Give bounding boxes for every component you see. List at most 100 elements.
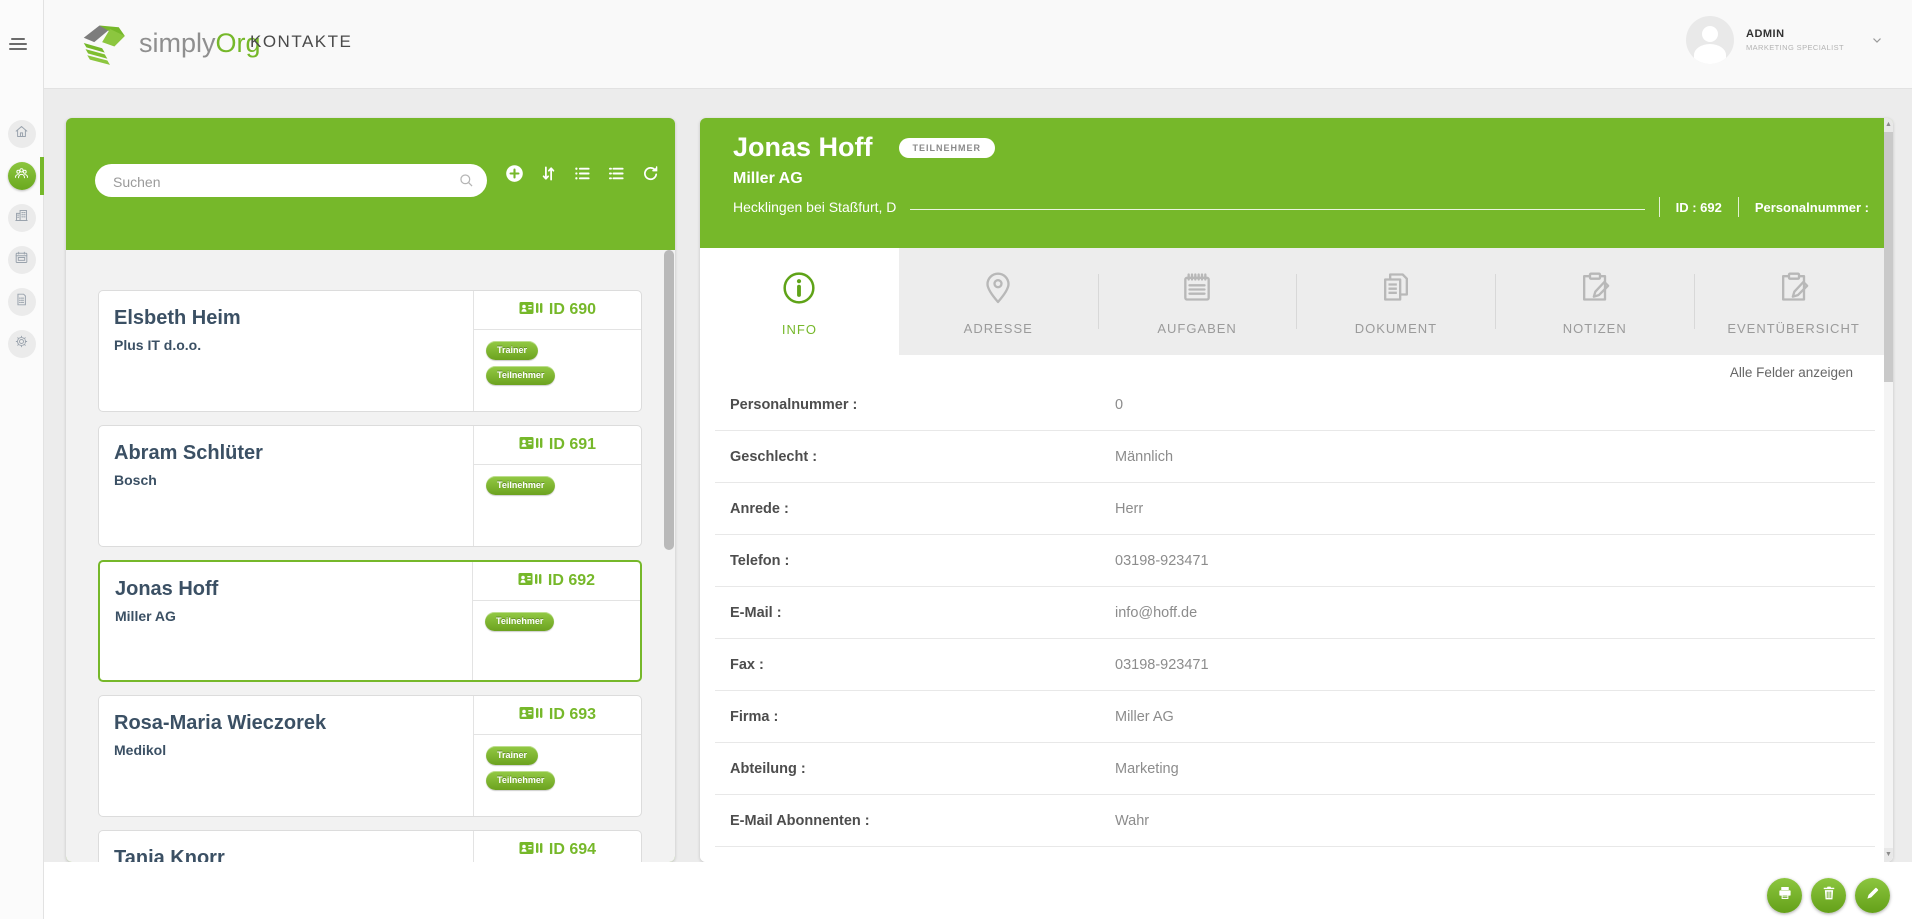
chevron-down-icon <box>1873 38 1881 43</box>
pin-icon <box>978 267 1018 312</box>
action-buttons <box>1767 878 1890 913</box>
contact-list: Elsbeth Heim Plus IT d.o.o. ID 690 Trainer T… <box>66 250 675 862</box>
field-value: info@hoff.de <box>1115 604 1198 621</box>
contact-list-scrollbar[interactable] <box>664 250 674 550</box>
role-badge: Teilnehmer <box>486 771 556 790</box>
info-field-row: Personalnummer : 0 <box>715 379 1875 431</box>
contact-card[interactable]: Elsbeth Heim Plus IT d.o.o. ID 690 Trainer T… <box>98 290 642 412</box>
tab-dokument[interactable]: DOKUMENT <box>1296 248 1495 355</box>
personnel-number-label: Personalnummer : <box>1754 199 1869 215</box>
detail-tabs: INFO ADRESSE AUFGABEN DOKUMENT NOTIZEN EVENTÜ… <box>700 248 1893 356</box>
sidebar-item-calendar[interactable] <box>7 246 36 274</box>
tab-info[interactable]: INFO <box>700 248 899 356</box>
id-card-icon <box>519 436 543 455</box>
sort-button[interactable] <box>538 163 559 184</box>
print-icon <box>1776 884 1794 907</box>
sidebar-item-documents[interactable] <box>7 288 36 316</box>
contact-card[interactable]: Jonas Hoff Miller AG ID 692 Teilnehmer <box>98 560 642 682</box>
field-label: E-Mail Abonnenten : <box>730 812 870 829</box>
contact-card[interactable]: Rosa-Maria Wieczorek Medikol ID 693 Trainer… <box>98 695 642 817</box>
field-label: Anrede : <box>730 500 789 517</box>
contact-card-company: Miller AG <box>115 608 176 624</box>
sidebar-item-settings[interactable] <box>7 330 36 358</box>
field-value: 03198-923471 <box>1115 656 1209 673</box>
field-value: Männlich <box>1115 448 1174 465</box>
id-card-icon <box>519 301 543 320</box>
search-input[interactable] <box>111 164 445 199</box>
clipboard-pencil-icon <box>1774 267 1814 312</box>
brand-name: simplyOrg <box>139 27 261 58</box>
list-toolbar <box>504 163 661 184</box>
contact-id: ID : 692 <box>1675 199 1722 215</box>
contact-card-name: Abram Schlüter <box>114 442 263 464</box>
field-label: Firma : <box>730 708 779 725</box>
trash-icon <box>1820 884 1838 907</box>
home-icon <box>13 123 30 145</box>
contact-card[interactable]: Abram Schlüter Bosch ID 691 Teilnehmer <box>98 425 642 547</box>
field-label: E-Mail : <box>730 604 782 621</box>
tab-adresse[interactable]: ADRESSE <box>899 248 1098 355</box>
app-window: simplyOrg KONTAKTE ADMIN MARKETING SPECI… <box>0 0 1912 919</box>
contact-card-name: Elsbeth Heim <box>114 307 241 329</box>
contact-list-panel: Elsbeth HeimPlus IT d.o.o.ID 690TrainerT… <box>66 118 675 862</box>
contact-card-company: Plus IT d.o.o. <box>114 337 202 353</box>
tab-label: NOTIZEN <box>1562 321 1627 336</box>
info-field-row: Geschlecht : Männlich <box>715 431 1875 483</box>
contact-card-id: ID 690 <box>474 291 641 330</box>
sidebar-item-contacts[interactable] <box>7 157 44 195</box>
info-field-row: E-Mail : info@hoff.de <box>715 587 1875 639</box>
tab-label: AUFGABEN <box>1157 321 1237 336</box>
id-card-icon <box>518 572 542 591</box>
tab-eventübersicht[interactable]: EVENTÜBERSICHT <box>1694 248 1893 355</box>
detail-scrollbar-thumb[interactable] <box>1884 132 1893 382</box>
contact-card-id: ID 692 <box>473 562 640 601</box>
field-value: Herr <box>1115 500 1144 517</box>
tab-notizen[interactable]: NOTIZEN <box>1495 248 1694 355</box>
delete-button[interactable] <box>1811 878 1846 913</box>
gear-icon <box>13 333 30 355</box>
scroll-down-arrow[interactable]: ▼ <box>1884 848 1893 862</box>
contact-detail-panel: Jonas Hoff TEILNEHMER Miller AG Heckling… <box>700 118 1893 862</box>
tab-label: INFO <box>781 321 817 337</box>
info-field-row: E-Mail Abonnenten : Wahr <box>715 795 1875 847</box>
menu-hamburger-icon[interactable] <box>9 38 27 52</box>
refresh-button[interactable] <box>640 163 661 184</box>
brand-logo[interactable]: simplyOrg <box>75 18 261 68</box>
compact-view-button[interactable] <box>606 163 627 184</box>
sidebar-item-organizations[interactable] <box>7 204 36 232</box>
field-label: Personalnummer : <box>730 396 858 413</box>
contact-name: Jonas Hoff <box>733 132 873 162</box>
contact-card[interactable]: Tanja Knorr ID 694 <box>98 830 642 862</box>
field-value: 0 <box>1115 396 1124 413</box>
field-label: Fax : <box>730 656 764 673</box>
contact-card-name: Jonas Hoff <box>115 578 219 600</box>
contact-card-id: ID 693 <box>474 696 641 735</box>
field-value: Marketing <box>1115 760 1179 777</box>
info-fields: Personalnummer : 0 Geschlecht : Männlich Anr… <box>700 379 1893 847</box>
scroll-up-arrow[interactable]: ▲ <box>1884 118 1893 132</box>
simplyorg-logo-icon <box>83 25 125 65</box>
sidebar-item-home[interactable] <box>7 120 36 148</box>
role-badge: Trainer <box>486 746 539 765</box>
tab-aufgaben[interactable]: AUFGABEN <box>1097 248 1297 355</box>
field-label: Abteilung : <box>730 760 806 777</box>
topbar: simplyOrg KONTAKTE ADMIN MARKETING SPECI… <box>43 0 1912 89</box>
user-menu[interactable]: ADMIN MARKETING SPECIALIST <box>1686 16 1884 64</box>
contact-card-badges: Teilnehmer <box>473 601 640 631</box>
notepad-icon <box>1177 267 1217 312</box>
add-button[interactable] <box>504 163 525 184</box>
edit-button[interactable] <box>1855 878 1890 913</box>
avatar <box>1686 16 1734 64</box>
detail-body: Alle Felder anzeigen Personalnummer : 0 Ge… <box>700 355 1893 862</box>
contact-company: Miller AG <box>733 170 803 187</box>
search-icon[interactable] <box>457 171 476 190</box>
contact-location: Hecklingen bei Staßfurt, D <box>733 199 897 215</box>
field-label: Telefon : <box>730 552 790 569</box>
list-view-button[interactable] <box>572 163 593 184</box>
show-all-fields-link[interactable]: Alle Felder anzeigen <box>1730 365 1853 380</box>
clipboard-pencil-icon <box>1575 267 1615 312</box>
contact-card-badges: Trainer Teilnehmer <box>474 735 641 790</box>
page-title: KONTAKTE <box>250 32 353 51</box>
print-button[interactable] <box>1767 878 1802 913</box>
bottom-strip <box>43 862 1912 919</box>
